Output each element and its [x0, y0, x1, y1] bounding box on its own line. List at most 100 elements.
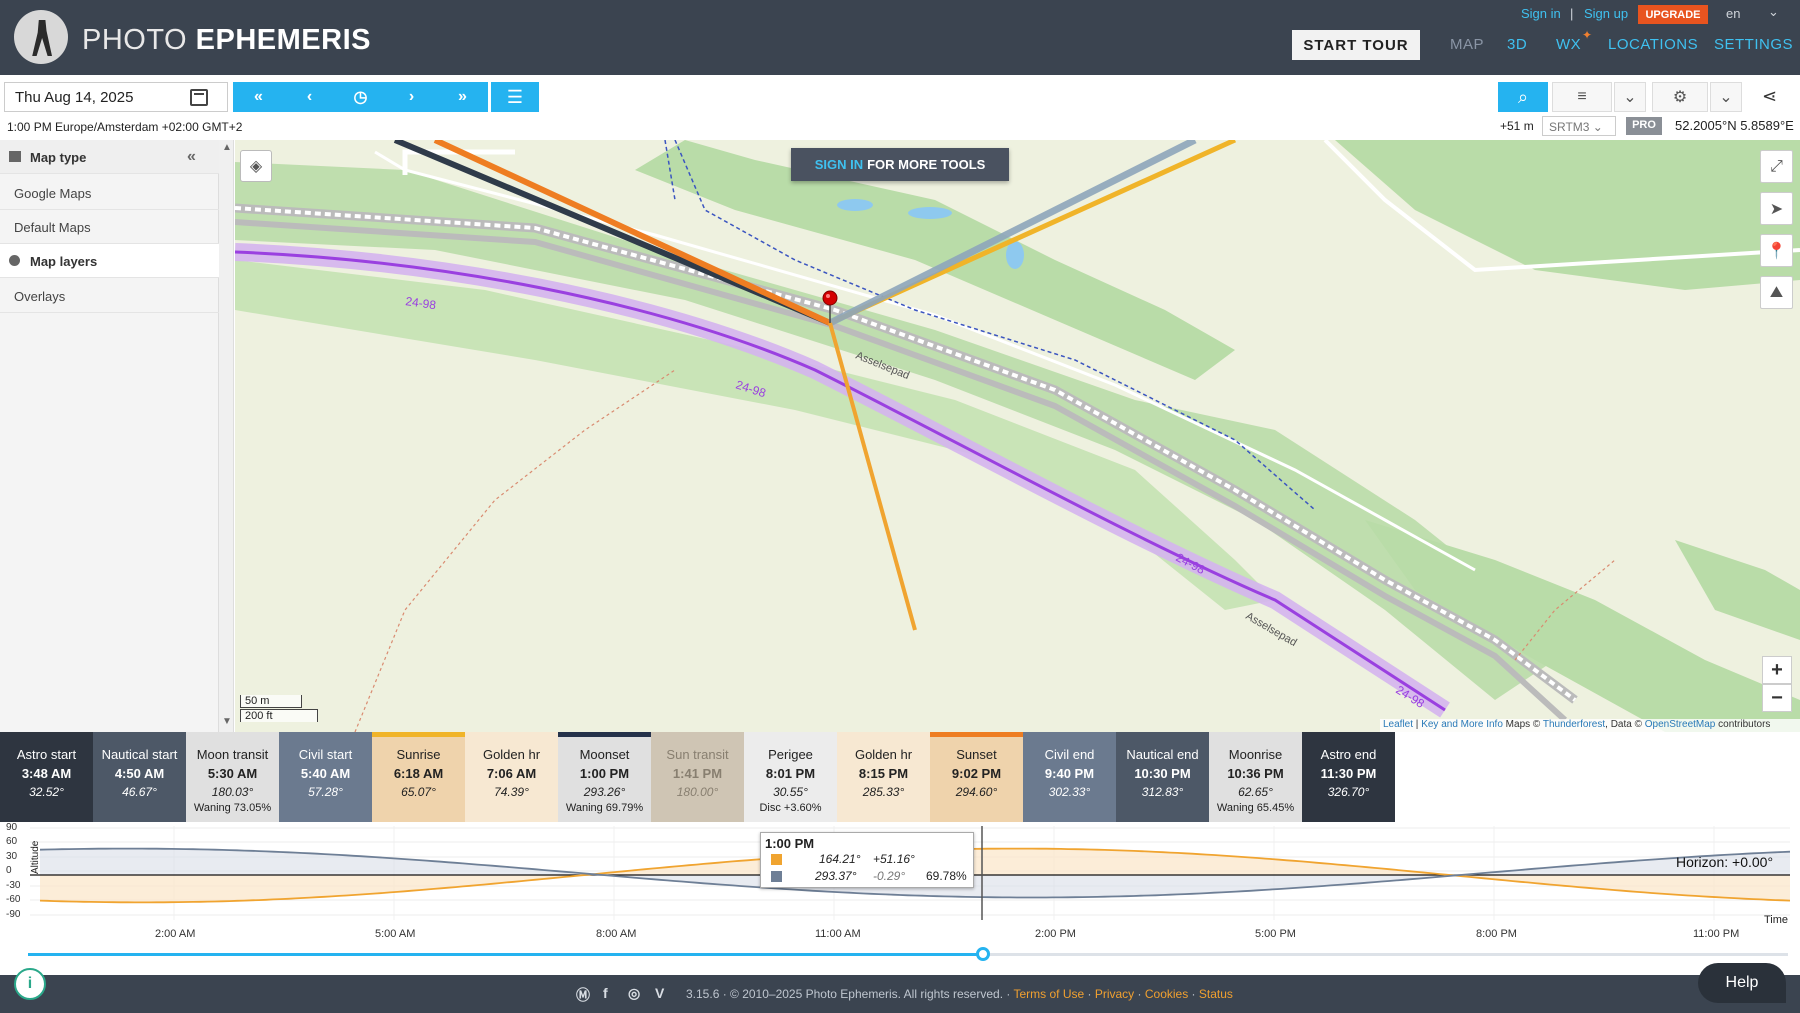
facebook-icon[interactable]: f	[603, 985, 608, 1001]
locate-icon[interactable]: ➤	[1760, 192, 1793, 225]
nav-settings[interactable]: SETTINGS	[1714, 36, 1793, 53]
sign-in-link[interactable]: Sign in	[1521, 6, 1561, 21]
event-name: Perigee	[768, 747, 813, 762]
layers-icon[interactable]: ◈	[240, 150, 272, 182]
chevron-down-icon[interactable]: ⌄	[1768, 4, 1779, 20]
terms-link[interactable]: Terms of Use	[1013, 987, 1084, 1001]
event-card[interactable]: Astro start 3:48 AM 32.52°	[0, 732, 93, 822]
nav-wx[interactable]: WX	[1556, 36, 1581, 53]
event-card[interactable]: Nautical end 10:30 PM 312.83°	[1116, 732, 1209, 822]
moon-swatch	[771, 871, 782, 882]
pin-icon[interactable]: 📍	[1760, 234, 1793, 267]
dem-select[interactable]: SRTM3 ⌄	[1542, 116, 1616, 136]
share-icon[interactable]: ⋖	[1762, 86, 1777, 107]
chevron-down-icon[interactable]: ⌄	[1614, 82, 1646, 112]
event-card[interactable]: Moonset 1:00 PM 293.26° Waning 69.79%	[558, 732, 651, 822]
thunderforest-link[interactable]: Thunderforest	[1543, 719, 1605, 730]
scroll-up-icon[interactable]: ▲	[222, 142, 232, 153]
event-azimuth: 294.60°	[955, 785, 998, 799]
app-header: PHOTO EPHEMERIS START TOUR MAP 3D WX ✦ L…	[0, 0, 1800, 75]
event-time: 8:15 PM	[858, 766, 909, 781]
sidebar-item-google-maps[interactable]: Google Maps	[0, 176, 219, 210]
sidebar-item-overlays[interactable]: Overlays	[0, 279, 219, 313]
event-name: Astro start	[16, 747, 77, 762]
zoom-in-button[interactable]: +	[1762, 656, 1792, 684]
info-icon[interactable]: i	[14, 968, 46, 1000]
instagram-icon[interactable]: ◎	[628, 985, 640, 1002]
event-name: Civil end	[1044, 747, 1095, 762]
x-tick: 5:00 PM	[1255, 928, 1296, 940]
y-tick: 30	[6, 851, 18, 862]
event-card[interactable]: Sun transit 1:41 PM 180.00°	[651, 732, 744, 822]
event-card[interactable]: Perigee 8:01 PM 30.55° Disc +3.60%	[744, 732, 837, 822]
event-name: Moon transit	[196, 747, 269, 762]
upgrade-button[interactable]: UPGRADE	[1638, 5, 1708, 24]
map-view[interactable]: Asselsepad Asselsepad 24-98 24-98 24-98 …	[235, 140, 1800, 732]
vimeo-icon[interactable]: V	[655, 985, 664, 1001]
event-card[interactable]: Moonrise 10:36 PM 62.65° Waning 65.45%	[1209, 732, 1302, 822]
nav-locations[interactable]: LOCATIONS	[1608, 36, 1698, 53]
sidebar-map-type[interactable]: Map type «	[0, 140, 219, 174]
scale-metric: 50 m	[240, 695, 302, 708]
terrain-pin-icon[interactable]: ⛰	[1760, 276, 1793, 309]
cookies-link[interactable]: Cookies	[1145, 987, 1188, 1001]
sidebar-item-default-maps[interactable]: Default Maps	[0, 210, 219, 244]
fast-forward-icon[interactable]: »	[437, 82, 488, 112]
privacy-link[interactable]: Privacy	[1095, 987, 1134, 1001]
step-forward-icon[interactable]: ›	[386, 82, 437, 112]
chevron-down-icon[interactable]: ⌄	[1710, 82, 1742, 112]
event-card[interactable]: Civil end 9:40 PM 302.33°	[1023, 732, 1116, 822]
x-tick: 5:00 AM	[375, 928, 416, 940]
collapse-icon[interactable]: «	[187, 148, 196, 166]
events-strip: Astro start 3:48 AM 32.52° Nautical start 4:…	[0, 732, 1395, 822]
event-name: Sunset	[956, 747, 997, 762]
event-name: Nautical start	[101, 747, 178, 762]
event-card[interactable]: Nautical start 4:50 AM 46.67°	[93, 732, 186, 822]
event-card[interactable]: Sunrise 6:18 AM 65.07°	[372, 732, 465, 822]
layers-menu-icon[interactable]: ≡	[1552, 82, 1612, 112]
event-card[interactable]: Golden hr 7:06 AM 74.39°	[465, 732, 558, 822]
sign-in-banner[interactable]: SIGN IN FOR MORE TOOLS	[791, 148, 1009, 181]
event-time: 11:30 PM	[1320, 766, 1377, 781]
key-info-link[interactable]: Key and More Info	[1421, 719, 1503, 730]
fast-back-icon[interactable]: «	[233, 82, 284, 112]
event-azimuth: 65.07°	[401, 785, 436, 799]
fullscreen-icon[interactable]: ⤢	[1760, 150, 1793, 183]
zoom-out-button[interactable]: −	[1762, 684, 1792, 712]
layers-icon	[9, 255, 20, 266]
calendar-icon[interactable]	[190, 89, 208, 106]
y-tick: -30	[6, 880, 21, 891]
gear-icon[interactable]: ⚙	[1652, 82, 1708, 112]
nav-map[interactable]: MAP	[1450, 36, 1484, 53]
event-azimuth: 285.33°	[862, 785, 905, 799]
search-icon[interactable]: ⌕	[1498, 82, 1548, 112]
event-name: Astro end	[1320, 747, 1377, 762]
event-card[interactable]: Golden hr 8:15 PM 285.33°	[837, 732, 930, 822]
sign-up-link[interactable]: Sign up	[1584, 6, 1628, 21]
sidebar-scrollbar[interactable]: ▲ ▼	[219, 140, 234, 732]
date-input[interactable]: Thu Aug 14, 2025	[4, 82, 228, 112]
status-link[interactable]: Status	[1199, 987, 1233, 1001]
logo-icon[interactable]	[14, 10, 68, 64]
step-back-icon[interactable]: ‹	[284, 82, 335, 112]
event-card[interactable]: Sunset 9:02 PM 294.60°	[930, 732, 1023, 822]
osm-link[interactable]: OpenStreetMap	[1645, 719, 1716, 730]
nav-3d[interactable]: 3D	[1507, 36, 1527, 53]
clock-icon[interactable]: ◷	[335, 82, 386, 112]
leaflet-link[interactable]: Leaflet	[1383, 719, 1413, 730]
time-slider-handle[interactable]	[976, 947, 990, 961]
scroll-down-icon[interactable]: ▼	[222, 716, 232, 727]
map-icon	[9, 151, 21, 162]
event-card[interactable]: Civil start 5:40 AM 57.28°	[279, 732, 372, 822]
start-tour-button[interactable]: START TOUR	[1292, 30, 1420, 60]
event-azimuth: 180.03°	[211, 785, 254, 799]
event-name: Golden hr	[482, 747, 541, 762]
language-select[interactable]: en	[1726, 6, 1740, 21]
sidebar-map-layers[interactable]: Map layers	[0, 244, 219, 278]
tooltip-moon-az: 293.37°	[815, 869, 857, 883]
mastodon-icon[interactable]: Ⓜ	[576, 985, 590, 1005]
event-card[interactable]: Astro end 11:30 PM 326.70°	[1302, 732, 1395, 822]
list-icon[interactable]: ☰	[488, 82, 539, 112]
event-card[interactable]: Moon transit 5:30 AM 180.03° Waning 73.05%	[186, 732, 279, 822]
help-button[interactable]: Help	[1698, 963, 1786, 1003]
